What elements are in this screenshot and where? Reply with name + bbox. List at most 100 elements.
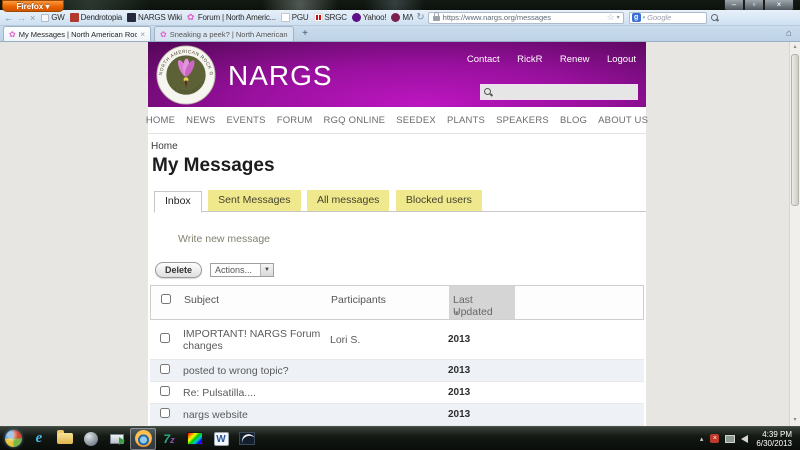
volume-icon[interactable] <box>741 435 748 443</box>
start-button[interactable] <box>0 428 26 450</box>
row-checkbox[interactable] <box>160 333 170 343</box>
site-search-box[interactable] <box>480 84 638 100</box>
search-bar[interactable]: g ▾ Google <box>629 12 707 24</box>
bookmark-forum[interactable]: ✿Forum | North Americ... <box>187 13 276 22</box>
header-spacer <box>515 286 643 319</box>
taskbar-internet-explorer[interactable]: e <box>26 428 52 450</box>
taskbar-photo-editor[interactable] <box>234 428 260 450</box>
bookmark-label: SRGC <box>325 13 347 22</box>
scroll-down-icon[interactable]: ▾ <box>790 415 800 426</box>
google-icon[interactable]: g <box>632 13 641 22</box>
message-subject-link[interactable]: nargs website <box>180 409 330 421</box>
nav-home[interactable]: HOME <box>146 115 175 126</box>
taskbar-clock[interactable]: 4:39 PM 6/30/2013 <box>756 430 800 448</box>
nav-news[interactable]: NEWS <box>186 115 215 126</box>
url-dropdown-icon[interactable]: ▾ <box>617 14 620 21</box>
nav-plants[interactable]: PLANTS <box>447 115 485 126</box>
site-search-input[interactable] <box>495 87 634 97</box>
header-last-updated[interactable]: Last Updated ▾ <box>449 286 515 319</box>
logout-link[interactable]: Logout <box>607 54 636 65</box>
username-link[interactable]: RickR <box>517 54 542 65</box>
search-placeholder: Google <box>647 13 671 22</box>
nav-speakers[interactable]: SPEAKERS <box>496 115 549 126</box>
message-participants[interactable]: Lori S. <box>330 334 448 346</box>
bookmark-favicon <box>391 13 400 22</box>
back-icon[interactable]: ← <box>4 13 13 23</box>
bookmarks-toolbar: GW Dendrotopia NARGS Wiki ✿Forum | North… <box>41 13 413 22</box>
search-engine-dropdown-icon[interactable]: ▾ <box>643 15 646 21</box>
tray-expand-icon[interactable]: ▴ <box>700 435 704 443</box>
taskbar-firefox-active[interactable] <box>130 428 156 450</box>
flower-icon: ✿ <box>187 13 196 22</box>
bookmark-label: Yahoo! <box>363 13 387 22</box>
system-tray: ▴ × 4:39 PM 6/30/2013 <box>700 430 800 448</box>
network-icon[interactable] <box>725 435 735 443</box>
action-center-icon[interactable]: × <box>710 434 719 443</box>
browser-tab-active[interactable]: ✿ My Messages | North American Rock ... … <box>3 26 151 41</box>
scroll-up-icon[interactable]: ▴ <box>790 42 800 53</box>
page-scrollbar[interactable]: ▴ ▾ <box>789 42 800 426</box>
bookmark-srgc[interactable]: SRGC <box>314 13 347 22</box>
nav-rgq-online[interactable]: RGQ ONLINE <box>324 115 386 126</box>
message-subject-link[interactable]: Re: Pulsatilla.... <box>180 387 330 399</box>
nav-events[interactable]: EVENTS <box>226 115 265 126</box>
scrollbar-thumb[interactable] <box>791 54 799 206</box>
actions-dropdown[interactable]: Actions... ▼ <box>210 263 274 277</box>
site-header: NORTH AMERICAN ROCK GARDEN • SOCIETY • N… <box>148 42 646 107</box>
star-icon[interactable]: ☆ <box>607 12 615 23</box>
url-text[interactable]: https://www.nargs.org/messages <box>443 13 605 22</box>
tab-all-messages[interactable]: All messages <box>307 190 389 211</box>
forward-icon[interactable]: → <box>17 13 26 23</box>
message-subject-link[interactable]: IMPORTANT! NARGS Forum changes <box>180 328 330 352</box>
firefox-menu-button[interactable]: Firefox ▾ <box>2 0 64 12</box>
breadcrumb[interactable]: Home <box>151 141 178 152</box>
message-subject-link[interactable]: posted to wrong topic? <box>180 365 330 377</box>
chevron-down-icon: ▼ <box>260 264 273 276</box>
tab-sent-messages[interactable]: Sent Messages <box>208 190 300 211</box>
taskbar-file-explorer[interactable] <box>52 428 78 450</box>
tab-inbox[interactable]: Inbox <box>154 191 202 213</box>
taskbar-globe-app[interactable] <box>78 428 104 450</box>
taskbar-image-viewer[interactable] <box>182 428 208 450</box>
nav-blog[interactable]: BLOG <box>560 115 587 126</box>
taskbar-7zip[interactable]: 7z <box>156 428 182 450</box>
nav-seedex[interactable]: SEEDEX <box>396 115 436 126</box>
tab-blocked-users[interactable]: Blocked users <box>396 190 482 211</box>
select-all-checkbox[interactable] <box>161 294 171 304</box>
renew-link[interactable]: Renew <box>560 54 590 65</box>
message-last-updated: 2013 <box>448 409 514 420</box>
bookmark-pgu[interactable]: PGU <box>281 13 309 22</box>
delete-button[interactable]: Delete <box>155 262 202 278</box>
taskbar-word[interactable]: W <box>208 428 234 450</box>
close-tab-icon[interactable]: × <box>140 30 145 39</box>
table-row: Re: Pulsatilla.... 2013 <box>150 382 644 404</box>
table-row: nargs website 2013 <box>150 404 644 426</box>
browser-tab-inactive[interactable]: ✿ Sneaking a peek? | North American R... <box>154 26 294 41</box>
bookmark-mw[interactable]: M/W <box>391 13 413 22</box>
nav-about-us[interactable]: ABOUT US <box>598 115 648 126</box>
message-last-updated: 2013 <box>448 387 514 398</box>
bookmark-gw[interactable]: GW <box>41 13 64 22</box>
site-brand[interactable]: NARGS <box>228 60 333 92</box>
stop-icon[interactable]: × <box>30 13 35 23</box>
nav-forum[interactable]: FORUM <box>277 115 313 126</box>
tab-title: Sneaking a peek? | North American R... <box>170 30 288 39</box>
taskbar-remote-app[interactable] <box>104 428 130 450</box>
message-tabs: Inbox Sent Messages All messages Blocked… <box>154 190 646 212</box>
row-checkbox[interactable] <box>160 386 170 396</box>
row-checkbox[interactable] <box>160 364 170 374</box>
new-tab-button[interactable]: + <box>297 28 313 41</box>
write-new-message-link[interactable]: Write new message <box>178 233 270 245</box>
contact-link[interactable]: Contact <box>467 54 500 65</box>
bookmark-dendrotopia[interactable]: Dendrotopia <box>70 13 122 22</box>
row-checkbox[interactable] <box>160 408 170 418</box>
search-icon[interactable] <box>711 14 718 21</box>
bookmark-label: PGU <box>292 13 309 22</box>
nargs-logo[interactable]: NORTH AMERICAN ROCK GARDEN • SOCIETY • <box>156 45 216 105</box>
message-last-updated: 2013 <box>448 365 514 376</box>
bookmark-nargs-wiki[interactable]: NARGS Wiki <box>127 13 182 22</box>
bookmark-yahoo[interactable]: Yahoo! <box>352 13 387 22</box>
refresh-icon[interactable]: ↻ <box>416 12 424 23</box>
home-icon[interactable]: ⌂ <box>786 28 792 39</box>
url-bar[interactable]: https://www.nargs.org/messages ☆ ▾ <box>428 12 624 24</box>
